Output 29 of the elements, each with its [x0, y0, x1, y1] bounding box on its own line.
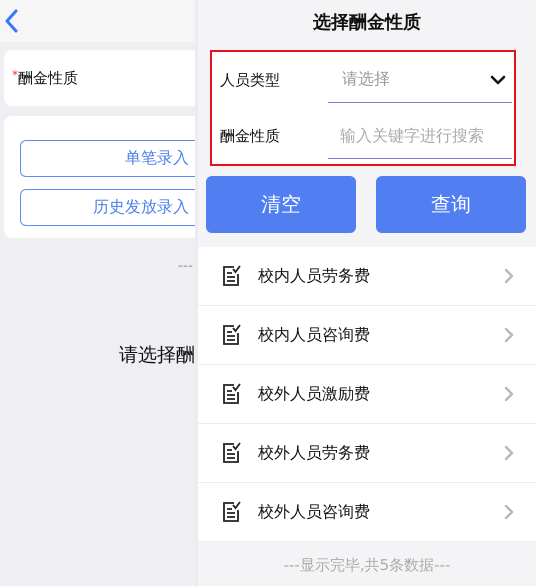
field-label: 人员类型	[219, 70, 281, 90]
required-mark: *	[12, 68, 18, 82]
action-button[interactable]: 清空	[206, 176, 356, 233]
chevron-down-icon	[490, 74, 506, 84]
list-end-text: ---显示完毕,共5条数据---	[284, 556, 450, 574]
action-button[interactable]: 查询	[376, 176, 526, 233]
field-label: 酬金性质	[18, 68, 78, 88]
list-item[interactable]: 校外人员劳务费	[198, 424, 536, 483]
chevron-right-icon	[504, 327, 514, 343]
back-icon[interactable]	[4, 9, 18, 33]
list-item[interactable]: 校外人员激励费	[198, 365, 536, 424]
list-end-text: ---	[178, 258, 193, 274]
checklist-icon	[222, 383, 242, 405]
drawer-title: 选择酬金性质	[312, 11, 422, 35]
checklist-icon	[222, 265, 242, 287]
entry-button[interactable]: 单笔录入	[20, 140, 195, 177]
checklist-icon	[222, 442, 242, 464]
list-item[interactable]: 校内人员劳务费	[198, 247, 536, 306]
prompt-text: 请选择酬	[119, 344, 195, 366]
entry-button[interactable]: 历史发放录入	[20, 189, 195, 226]
field-label: 酬金性质	[219, 126, 281, 146]
checklist-icon	[222, 501, 242, 523]
chevron-right-icon	[504, 504, 514, 520]
list-item[interactable]: 校内人员咨询费	[198, 306, 536, 365]
chevron-right-icon	[504, 445, 514, 461]
chevron-right-icon	[504, 386, 514, 402]
chevron-right-icon	[504, 268, 514, 284]
list-item[interactable]: 校外人员咨询费	[198, 483, 536, 542]
checklist-icon	[222, 324, 242, 346]
